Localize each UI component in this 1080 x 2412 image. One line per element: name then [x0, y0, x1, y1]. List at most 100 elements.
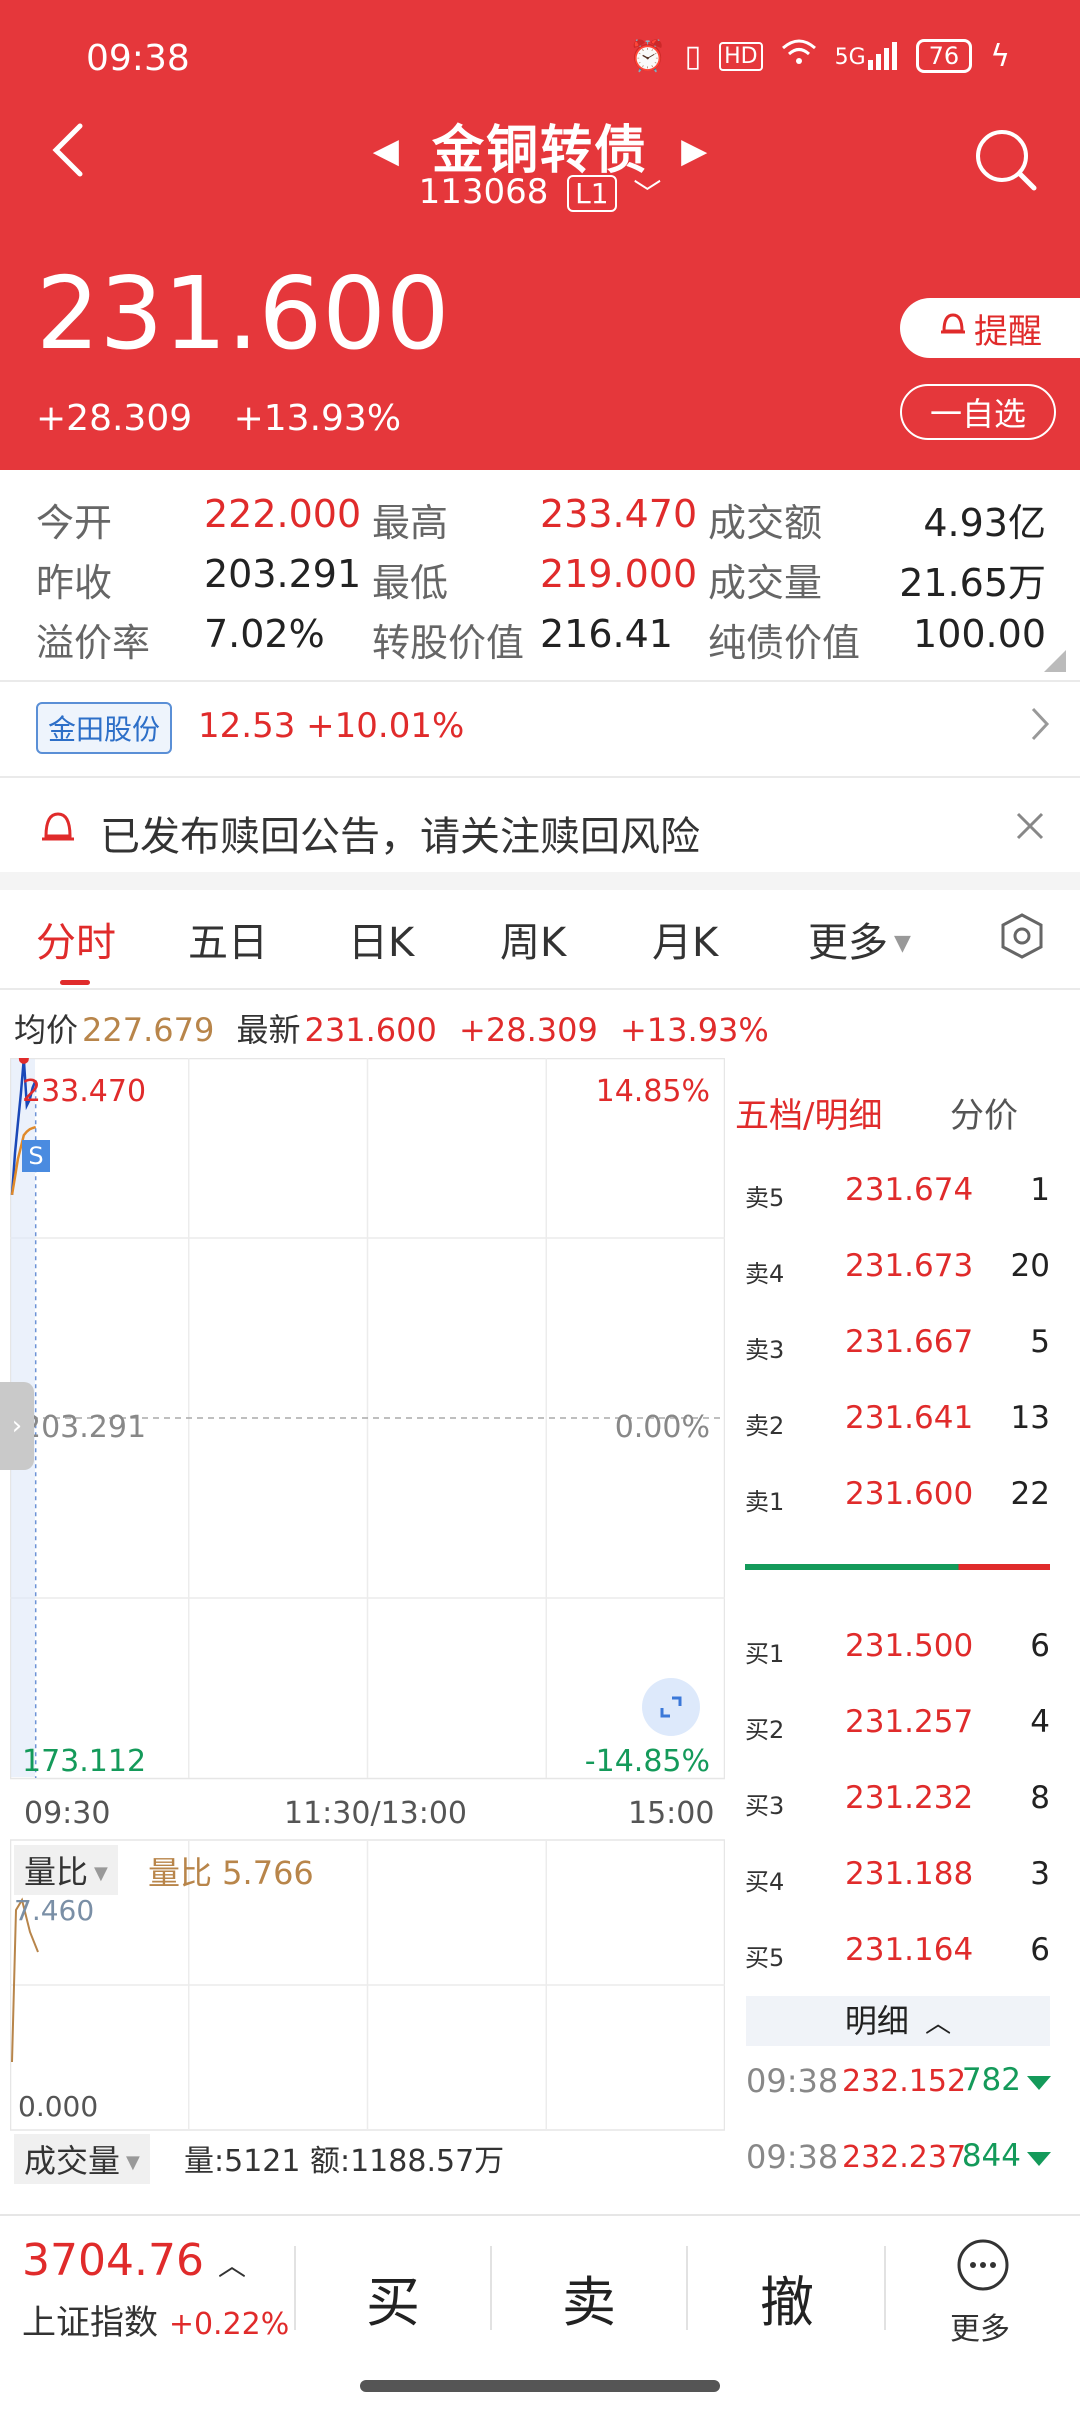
- stat-value: 222.000: [204, 492, 362, 536]
- stat-value: 4.93亿: [923, 501, 1046, 545]
- pct-min-label: -14.85%: [584, 1744, 710, 1779]
- volume-ratio-selector[interactable]: 量比 ▼: [14, 1845, 118, 1895]
- y-mid-label: 203.291: [22, 1410, 147, 1445]
- dropdown-triangle-icon: ▼: [94, 1863, 108, 1884]
- network-type: 5G: [834, 45, 866, 70]
- next-stock-icon[interactable]: ▶: [681, 131, 707, 171]
- index-change: +0.22%: [168, 2307, 290, 2342]
- latest-label: 最新: [236, 1011, 301, 1049]
- sell-button[interactable]: 卖: [562, 2258, 616, 2337]
- battery-icon: 76: [915, 39, 973, 73]
- chevron-right-icon[interactable]: [1030, 706, 1050, 746]
- more-label[interactable]: 更多: [950, 2304, 1010, 2348]
- chevron-down-icon: ﹀: [633, 177, 662, 210]
- volume-selector[interactable]: 成交量 ▼: [14, 2134, 150, 2184]
- ask-volume: 22: [1010, 1476, 1050, 1512]
- intraday-chart[interactable]: [10, 1058, 725, 2218]
- bid-label: 买4: [745, 1868, 785, 1896]
- stat-value: 7.02%: [204, 612, 325, 656]
- ask-price: 231.674: [845, 1172, 974, 1208]
- tick-price: 232.152: [842, 2064, 967, 2099]
- expand-corner-icon[interactable]: [1044, 650, 1066, 672]
- stat-value: 216.41: [540, 612, 673, 656]
- stat-label: 今开: [36, 501, 113, 545]
- stat-label: 成交量: [708, 561, 823, 605]
- tick-row: 09:38 232.152 782: [746, 2062, 1051, 2112]
- detail-toggle-button[interactable]: 明细 ︿: [746, 1996, 1050, 2046]
- index-name-line[interactable]: 上证指数 +0.22%: [22, 2295, 289, 2344]
- current-price: 231.600: [36, 255, 450, 372]
- pct-mid-label: 0.00%: [614, 1410, 710, 1445]
- chart-side-handle[interactable]: ›: [0, 1382, 34, 1470]
- stat-value: 219.000: [540, 552, 698, 596]
- bid-label: 买1: [745, 1640, 785, 1668]
- stat-label: 纯债价值: [708, 621, 861, 665]
- stat-value: 21.65万: [899, 561, 1046, 605]
- time-start-label: 09:30: [24, 1796, 111, 1831]
- bid-price: 231.257: [845, 1704, 974, 1740]
- tab-intraday[interactable]: 分时: [36, 910, 116, 968]
- ask-volume: 20: [1010, 1248, 1050, 1284]
- watchlist-button[interactable]: 一自选: [900, 384, 1056, 440]
- latest-value: 231.600: [304, 1011, 437, 1049]
- close-icon[interactable]: [1014, 810, 1046, 846]
- y-min-label: 173.112: [22, 1744, 147, 1779]
- bid-label: 买5: [745, 1944, 785, 1972]
- stock-code-line[interactable]: 113068 L1 ﹀: [0, 172, 1080, 212]
- ask-row: 卖3 231.667 5: [745, 1324, 1050, 1374]
- volume-ratio-value: 量比 5.766: [148, 1854, 314, 1892]
- bid-label: 买3: [745, 1792, 785, 1820]
- fullscreen-icon[interactable]: [642, 1678, 700, 1736]
- stat-label: 最低: [372, 561, 449, 605]
- price-distribution-tab[interactable]: 分价: [950, 1088, 1018, 1137]
- index-quote[interactable]: 3704.76 ︿: [22, 2235, 246, 2286]
- stats-row-2: 昨收 203.291 最低 219.000 成交量 21.65万: [36, 552, 1046, 610]
- tab-five-day[interactable]: 五日: [188, 910, 268, 968]
- ask-row: 卖5 231.674 1: [745, 1172, 1050, 1222]
- chevron-up-icon: ︿: [925, 2009, 952, 2039]
- bid-row: 买3 231.232 8: [745, 1780, 1050, 1830]
- latest-change-pct: +13.93%: [619, 1011, 769, 1049]
- tick-volume: 844: [961, 2138, 1021, 2174]
- ask-label: 卖4: [745, 1260, 785, 1288]
- ask-price: 231.673: [845, 1248, 974, 1284]
- related-stock-badge[interactable]: 金田股份: [36, 702, 173, 754]
- order-book-tab[interactable]: 五档/明细: [735, 1088, 882, 1137]
- dropdown-triangle-icon: ▼: [126, 2152, 140, 2173]
- ask-volume: 1: [1030, 1172, 1050, 1208]
- avg-label: 均价: [14, 1011, 79, 1049]
- ask-ratio-segment: [958, 1564, 1050, 1570]
- stat-value: 203.291: [204, 552, 362, 596]
- home-indicator[interactable]: [360, 2380, 720, 2392]
- active-tab-indicator: [60, 980, 90, 985]
- stock-code: 113068: [418, 172, 549, 212]
- related-stock-quote[interactable]: 12.53 +10.01%: [198, 706, 464, 746]
- remind-button[interactable]: 提醒: [900, 298, 1080, 358]
- tab-weekly-k[interactable]: 周K: [500, 910, 566, 968]
- tab-daily-k[interactable]: 日K: [348, 910, 414, 968]
- related-stock-price: 12.53: [198, 706, 296, 746]
- tick-volume: 782: [961, 2062, 1021, 2098]
- settings-hexagon-icon[interactable]: [998, 912, 1046, 964]
- stat-label: 成交额: [708, 501, 823, 545]
- status-icons: ⏰ ▯ HD 5G 76 ϟ: [629, 38, 1010, 74]
- price-change: +28.309 +13.93%: [36, 398, 431, 439]
- stat-label: 溢价率: [36, 621, 151, 665]
- prev-stock-icon[interactable]: ◀: [373, 131, 399, 171]
- stat-value: 100.00: [913, 612, 1046, 656]
- more-dots-icon[interactable]: [956, 2238, 1010, 2296]
- sell-signal-marker[interactable]: S: [22, 1140, 50, 1172]
- warning-bell-icon: [38, 806, 78, 850]
- bid-volume: 8: [1030, 1780, 1050, 1816]
- tab-monthly-k[interactable]: 月K: [652, 910, 718, 968]
- cancel-order-button[interactable]: 撤: [760, 2258, 814, 2337]
- search-icon[interactable]: [970, 124, 1040, 194]
- tab-more[interactable]: 更多 ▼: [808, 910, 911, 968]
- buy-button[interactable]: 买: [366, 2258, 420, 2337]
- stat-value: 233.470: [540, 492, 698, 536]
- chevron-up-icon: ︿: [217, 2249, 246, 2282]
- latest-change: +28.309: [459, 1011, 598, 1049]
- time-end-label: 15:00: [628, 1796, 715, 1831]
- status-time: 09:38: [86, 38, 190, 79]
- ask-price: 231.600: [845, 1476, 974, 1512]
